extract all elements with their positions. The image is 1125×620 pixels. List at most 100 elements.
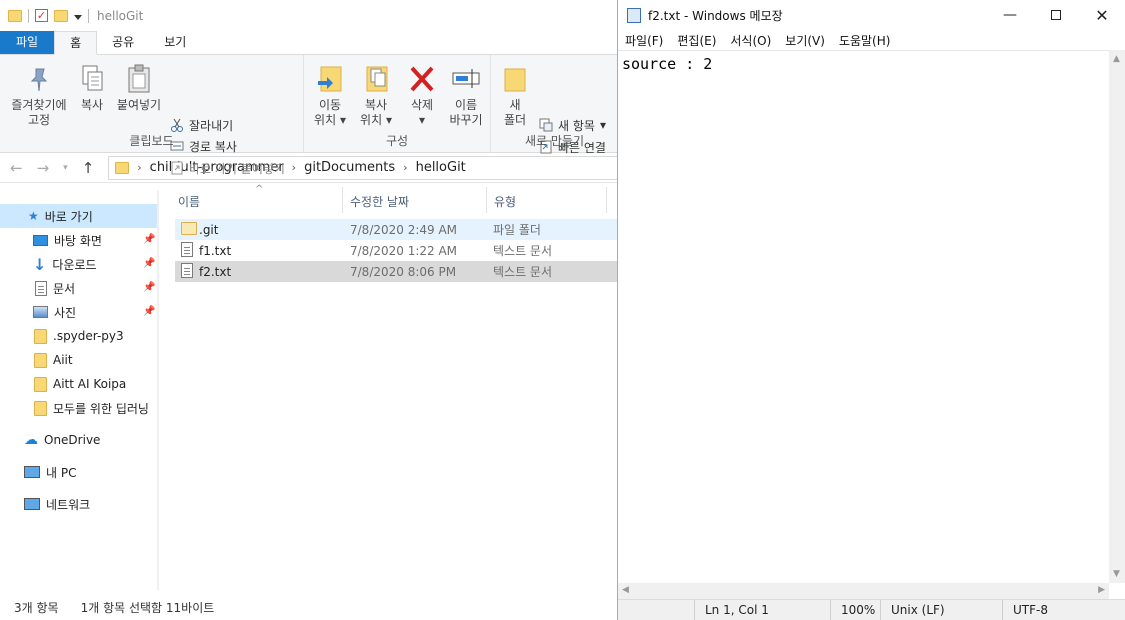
- item-count: 3개 항목: [14, 600, 59, 615]
- paste-shortcut-button[interactable]: 바로 가기 붙여넣기: [170, 158, 285, 178]
- chevron-right-icon[interactable]: ›: [137, 161, 141, 174]
- maximize-button[interactable]: [1033, 0, 1079, 30]
- new-folder-button[interactable]: 새 폴더: [497, 63, 533, 128]
- move-to-button[interactable]: 이동 위치 ▾: [310, 63, 350, 128]
- folder-icon: [181, 222, 197, 235]
- folder-icon: [34, 328, 47, 344]
- nav-label: 문서: [53, 281, 76, 296]
- menu-format[interactable]: 서식(O): [723, 32, 778, 49]
- new-folder-icon: [500, 63, 530, 95]
- minimize-button[interactable]: —: [987, 0, 1033, 30]
- pin-icon[interactable]: 📌: [143, 306, 155, 317]
- new-group: 새 폴더 새 항목 ▾ 빠른 연결 새로 만들기: [491, 55, 618, 155]
- pin-to-quick-access-button[interactable]: 즐겨찾기에 고정: [6, 63, 72, 128]
- nav-label: 사진: [54, 305, 77, 320]
- horizontal-scrollbar[interactable]: ◀ ▶: [618, 583, 1109, 599]
- nav-item-documents[interactable]: 문서: [0, 276, 75, 300]
- new-folder-icon[interactable]: [54, 9, 68, 22]
- computer-icon: [24, 466, 40, 478]
- window-title: f2.txt - Windows 메모장: [648, 8, 783, 23]
- chevron-right-icon[interactable]: ›: [403, 161, 407, 174]
- delete-icon: [407, 63, 437, 95]
- pin-icon[interactable]: 📌: [143, 282, 155, 293]
- column-divider[interactable]: [606, 187, 607, 213]
- nav-item-aitt-ai-koipa[interactable]: Aitt AI Koipa: [0, 372, 126, 396]
- tab-share[interactable]: 공유: [97, 31, 149, 54]
- pin-icon[interactable]: 📌: [143, 258, 155, 269]
- menu-file[interactable]: 파일(F): [618, 32, 670, 49]
- properties-icon[interactable]: ✓: [35, 9, 48, 22]
- breadcrumb-hellogit[interactable]: helloGit: [416, 160, 466, 175]
- nav-item-network[interactable]: 네트워크: [0, 492, 90, 516]
- recent-locations-icon[interactable]: ▾: [63, 163, 68, 173]
- nav-item-aiit[interactable]: Aiit: [0, 348, 73, 372]
- close-button[interactable]: ✕: [1079, 0, 1125, 30]
- nav-pane-scrollbar[interactable]: [157, 190, 159, 590]
- file-row-git[interactable]: .git 7/8/2020 2:49 AM 파일 폴더: [175, 219, 618, 240]
- tab-file[interactable]: 파일: [0, 31, 55, 54]
- copy-label: 복사: [80, 98, 104, 112]
- column-header-date[interactable]: 수정한 날짜: [350, 193, 409, 210]
- file-list: ^ 이름 수정한 날짜 유형 .git 7/8/2020 2:49 AM 파일 …: [160, 184, 618, 282]
- customize-quick-access-icon[interactable]: [74, 15, 82, 20]
- nav-item-downloads[interactable]: ↓ 다운로드: [0, 252, 97, 276]
- new-group-label: 새로 만들기: [524, 134, 584, 148]
- rename-button[interactable]: 이름 바꾸기: [444, 63, 488, 128]
- file-date: 7/8/2020 8:06 PM: [350, 264, 457, 279]
- minimize-icon: —: [1003, 7, 1017, 23]
- pin-icon[interactable]: 📌: [143, 234, 155, 245]
- tab-view[interactable]: 보기: [149, 31, 201, 54]
- delete-button[interactable]: 삭제 ▾: [404, 63, 440, 128]
- folder-icon: [34, 376, 47, 392]
- copy-to-button[interactable]: 복사 위치 ▾: [356, 63, 396, 128]
- nav-item-spyder[interactable]: .spyder-py3: [0, 324, 124, 348]
- nav-item-deeplearning[interactable]: 모두를 위한 딥러닝: [0, 396, 157, 420]
- nav-item-onedrive[interactable]: ☁ OneDrive: [0, 428, 100, 452]
- up-arrow-icon[interactable]: ↑: [82, 159, 95, 177]
- scroll-up-icon[interactable]: ▲: [1113, 54, 1120, 64]
- scroll-left-icon[interactable]: ◀: [622, 585, 629, 595]
- menu-view[interactable]: 보기(V): [778, 32, 832, 49]
- chevron-right-icon[interactable]: ›: [292, 161, 296, 174]
- paste-button[interactable]: 붙여넣기: [114, 63, 164, 113]
- nav-item-pictures[interactable]: 사진: [0, 300, 76, 324]
- nav-item-quick-access[interactable]: ★ 바로 가기: [0, 204, 157, 228]
- rename-icon: [451, 63, 481, 95]
- column-divider[interactable]: [486, 187, 487, 213]
- folder-icon: [34, 352, 47, 368]
- nav-item-this-pc[interactable]: 내 PC: [0, 460, 76, 484]
- scroll-down-icon[interactable]: ▼: [1113, 569, 1120, 579]
- file-row-f1[interactable]: f1.txt 7/8/2020 1:22 AM 텍스트 문서: [175, 240, 618, 261]
- nav-label: 내 PC: [46, 465, 77, 480]
- column-header-name[interactable]: 이름: [178, 193, 200, 210]
- nav-item-desktop[interactable]: 바탕 화면: [0, 228, 102, 252]
- copy-button[interactable]: 복사: [74, 63, 110, 113]
- pin-label: 즐겨찾기에: [11, 98, 67, 112]
- vertical-scrollbar[interactable]: ▲ ▼: [1109, 50, 1125, 583]
- menu-edit[interactable]: 편집(E): [670, 32, 723, 49]
- file-type: 텍스트 문서: [493, 265, 553, 279]
- tab-home[interactable]: 홈: [54, 31, 98, 55]
- file-row-f2[interactable]: f2.txt 7/8/2020 8:06 PM 텍스트 문서: [175, 261, 618, 282]
- column-divider[interactable]: [342, 187, 343, 213]
- download-arrow-icon: ↓: [33, 254, 47, 274]
- menu-help[interactable]: 도움말(H): [832, 32, 898, 49]
- forward-arrow-icon[interactable]: →: [37, 159, 50, 177]
- back-arrow-icon[interactable]: ←: [10, 159, 23, 177]
- clipboard-group-label: 클립보드: [129, 134, 174, 148]
- paste-label: 붙여넣기: [116, 98, 162, 112]
- move-label: 이동: [318, 98, 342, 112]
- copy-to-label-2: 위치 ▾: [360, 113, 392, 127]
- delete-dropdown-icon[interactable]: ▾: [404, 113, 440, 128]
- document-icon: [35, 280, 47, 296]
- scissors-icon: [170, 118, 184, 132]
- breadcrumb-gitdocuments[interactable]: gitDocuments: [304, 160, 395, 175]
- nav-label: Aitt AI Koipa: [53, 377, 127, 391]
- column-header-type[interactable]: 유형: [494, 193, 516, 210]
- zoom-level: 100%: [830, 600, 880, 620]
- nav-label: .spyder-py3: [53, 329, 124, 343]
- selection-info: 1개 항목 선택함 11바이트: [80, 600, 215, 615]
- file-type: 파일 폴더: [493, 223, 541, 237]
- scroll-right-icon[interactable]: ▶: [1098, 585, 1105, 595]
- text-editor[interactable]: source : 2: [618, 50, 1109, 583]
